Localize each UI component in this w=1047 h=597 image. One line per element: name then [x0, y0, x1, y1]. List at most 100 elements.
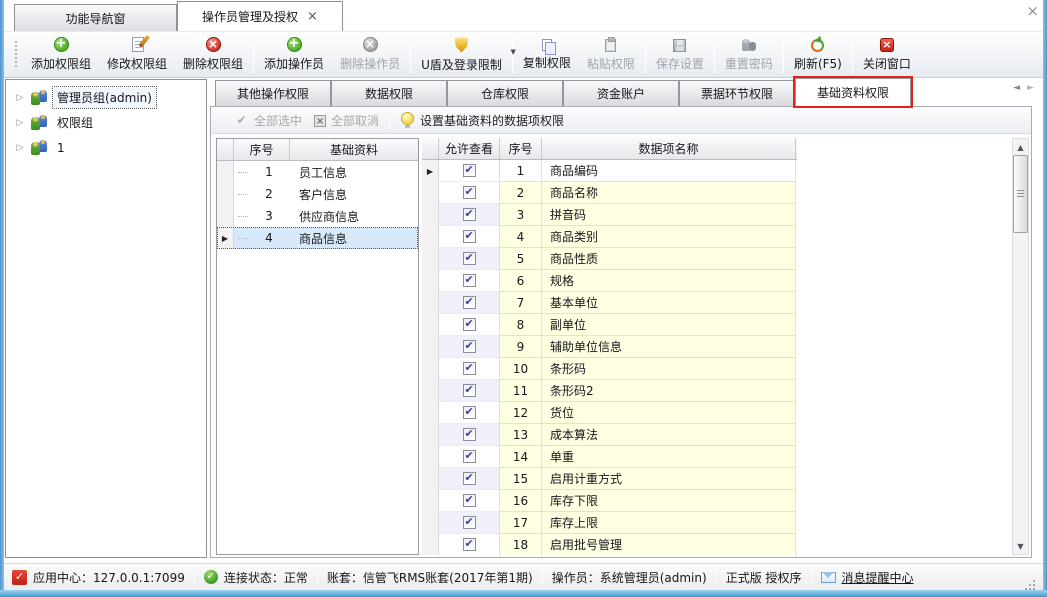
row-indicator-cell [422, 314, 439, 336]
data-item-row[interactable]: 8副单位 [422, 314, 797, 336]
data-item-row[interactable]: 12货位 [422, 402, 797, 424]
add-button[interactable]: 添加操作员 [256, 32, 332, 77]
data-item-row[interactable]: 9辅助单位信息 [422, 336, 797, 358]
base-data-row[interactable]: 2客户信息 [217, 183, 418, 205]
data-item-row[interactable]: 15启用计重方式 [422, 468, 797, 490]
allow-view-checkbox[interactable] [463, 208, 476, 221]
paste-button[interactable]: 粘贴权限 [579, 32, 643, 77]
edit-button[interactable]: 修改权限组 [99, 32, 175, 77]
data-item-row[interactable]: 17库存上限 [422, 512, 797, 534]
tab-scroll-right-icon[interactable]: ► [1027, 83, 1034, 93]
copy-button[interactable]: 复制权限 [515, 32, 579, 77]
message-center-link[interactable]: 消息提醒中心 [821, 569, 914, 586]
permission-tab[interactable]: 票据环节权限 [679, 80, 795, 106]
permission-tab[interactable]: 其他操作权限 [215, 80, 331, 106]
allow-view-checkbox[interactable] [463, 164, 476, 177]
select-all-button[interactable]: 全部选中 [234, 112, 302, 129]
document-tab[interactable]: 操作员管理及授权× [177, 1, 343, 31]
permission-tab[interactable]: 数据权限 [331, 80, 447, 106]
allow-view-checkbox[interactable] [463, 252, 476, 265]
allow-view-column-header[interactable]: 允许查看 [439, 138, 500, 159]
row-no-cell: 10 [500, 358, 542, 380]
tab-close-icon[interactable]: × [307, 11, 318, 23]
expand-arrow-icon[interactable]: ▷ [13, 143, 27, 153]
data-item-row[interactable]: 2商品名称 [422, 182, 797, 204]
scroll-up-icon[interactable]: ▲ [1013, 139, 1028, 155]
allow-view-checkbox[interactable] [463, 362, 476, 375]
allow-view-checkbox[interactable] [463, 274, 476, 287]
row-no-cell: 6 [500, 270, 542, 292]
scrollbar-thumb[interactable] [1013, 155, 1028, 233]
actions-bar-separator [389, 111, 390, 129]
document-tab[interactable]: 功能导航窗 [14, 4, 177, 31]
data-item-name-cell: 单重 [542, 446, 796, 468]
allow-view-cell [439, 446, 500, 468]
data-item-row[interactable]: 4商品类别 [422, 226, 797, 248]
data-item-row[interactable]: 10条形码 [422, 358, 797, 380]
data-item-row[interactable]: 13成本算法 [422, 424, 797, 446]
allow-view-checkbox[interactable] [463, 450, 476, 463]
scroll-down-icon[interactable]: ▼ [1013, 538, 1028, 554]
expand-arrow-icon[interactable]: ▷ [13, 118, 27, 128]
data-item-row[interactable]: 6规格 [422, 270, 797, 292]
delete-red-button[interactable]: 删除权限组 [175, 32, 251, 77]
no-column-header[interactable]: 序号 [500, 138, 542, 159]
no-column-header[interactable]: 序号 [234, 139, 290, 160]
base-data-row[interactable]: 1员工信息 [217, 161, 418, 183]
delete-gray-button[interactable]: 删除操作员 [332, 32, 408, 77]
row-indicator-cell [422, 204, 439, 226]
data-item-row[interactable]: 16库存下限 [422, 490, 797, 512]
allow-view-checkbox[interactable] [463, 186, 476, 199]
allow-view-checkbox[interactable] [463, 230, 476, 243]
data-item-row[interactable]: ▶1商品编码 [422, 160, 797, 182]
base-data-row[interactable]: 3供应商信息 [217, 205, 418, 227]
allow-view-checkbox[interactable] [463, 318, 476, 331]
data-item-row[interactable]: 3拼音码 [422, 204, 797, 226]
allow-view-checkbox[interactable] [463, 428, 476, 441]
reset-button[interactable]: 重置密码 [717, 32, 781, 77]
save-button[interactable]: 保存设置 [648, 32, 712, 77]
window-close-icon[interactable]: × [1026, 4, 1039, 18]
row-no-cell: 12 [500, 402, 542, 424]
tab-scroll-left-icon[interactable]: ◄ [1013, 83, 1020, 93]
check-all-icon [234, 113, 249, 127]
data-item-row[interactable]: 5商品性质 [422, 248, 797, 270]
toolbar-button-label: 关闭窗口 [863, 55, 911, 72]
data-item-name-column-header[interactable]: 数据项名称 [542, 138, 796, 159]
allow-view-checkbox[interactable] [463, 340, 476, 353]
permission-tab[interactable]: 基础资料权限 [795, 78, 911, 106]
cancel-all-button[interactable]: 全部取消 [314, 112, 379, 129]
vertical-scrollbar[interactable]: ▲ ▼ [1012, 138, 1029, 555]
set-data-item-permission-button[interactable]: 设置基础资料的数据项权限 [402, 112, 564, 129]
base-data-row[interactable]: ▶4商品信息 [217, 227, 418, 249]
close-window-button[interactable]: 关闭窗口 [855, 32, 919, 77]
tree-item[interactable]: ▷权限组 [6, 110, 206, 135]
allow-view-checkbox[interactable] [463, 494, 476, 507]
window-left-border [0, 0, 4, 597]
data-item-row[interactable]: 18启用批号管理 [422, 534, 797, 555]
data-item-row[interactable]: 7基本单位 [422, 292, 797, 314]
allow-view-checkbox[interactable] [463, 516, 476, 529]
permission-tab[interactable]: 仓库权限 [447, 80, 563, 106]
data-item-name-cell: 辅助单位信息 [542, 336, 796, 358]
tree-item[interactable]: ▷1 [6, 135, 206, 160]
base-data-column-header[interactable]: 基础资料 [290, 139, 418, 160]
refresh-button[interactable]: 刷新(F5) [786, 32, 850, 77]
allow-view-checkbox[interactable] [463, 538, 476, 551]
allow-view-checkbox[interactable] [463, 296, 476, 309]
permission-panel: ◄ ► 其他操作权限数据权限仓库权限资金账户票据环节权限基础资料权限 全部选中 … [210, 78, 1038, 560]
data-item-name-cell: 条形码2 [542, 380, 796, 402]
allow-view-checkbox[interactable] [463, 384, 476, 397]
allow-view-checkbox[interactable] [463, 472, 476, 485]
toolbar-button-label: U盾及登录限制 [421, 56, 502, 73]
tab-page-content: 全部选中 全部取消 设置基础资料的数据项权限 序号 基础资料 1 [210, 106, 1032, 558]
data-item-row[interactable]: 11条形码2 [422, 380, 797, 402]
resize-grip[interactable] [1024, 579, 1035, 590]
permission-tab[interactable]: 资金账户 [563, 80, 679, 106]
tree-item[interactable]: ▷管理员组(admin) [6, 85, 206, 110]
add-button[interactable]: 添加权限组 [23, 32, 99, 77]
expand-arrow-icon[interactable]: ▷ [13, 93, 27, 103]
shield-button[interactable]: U盾及登录限制▼ [413, 32, 510, 77]
data-item-row[interactable]: 14单重 [422, 446, 797, 468]
allow-view-checkbox[interactable] [463, 406, 476, 419]
